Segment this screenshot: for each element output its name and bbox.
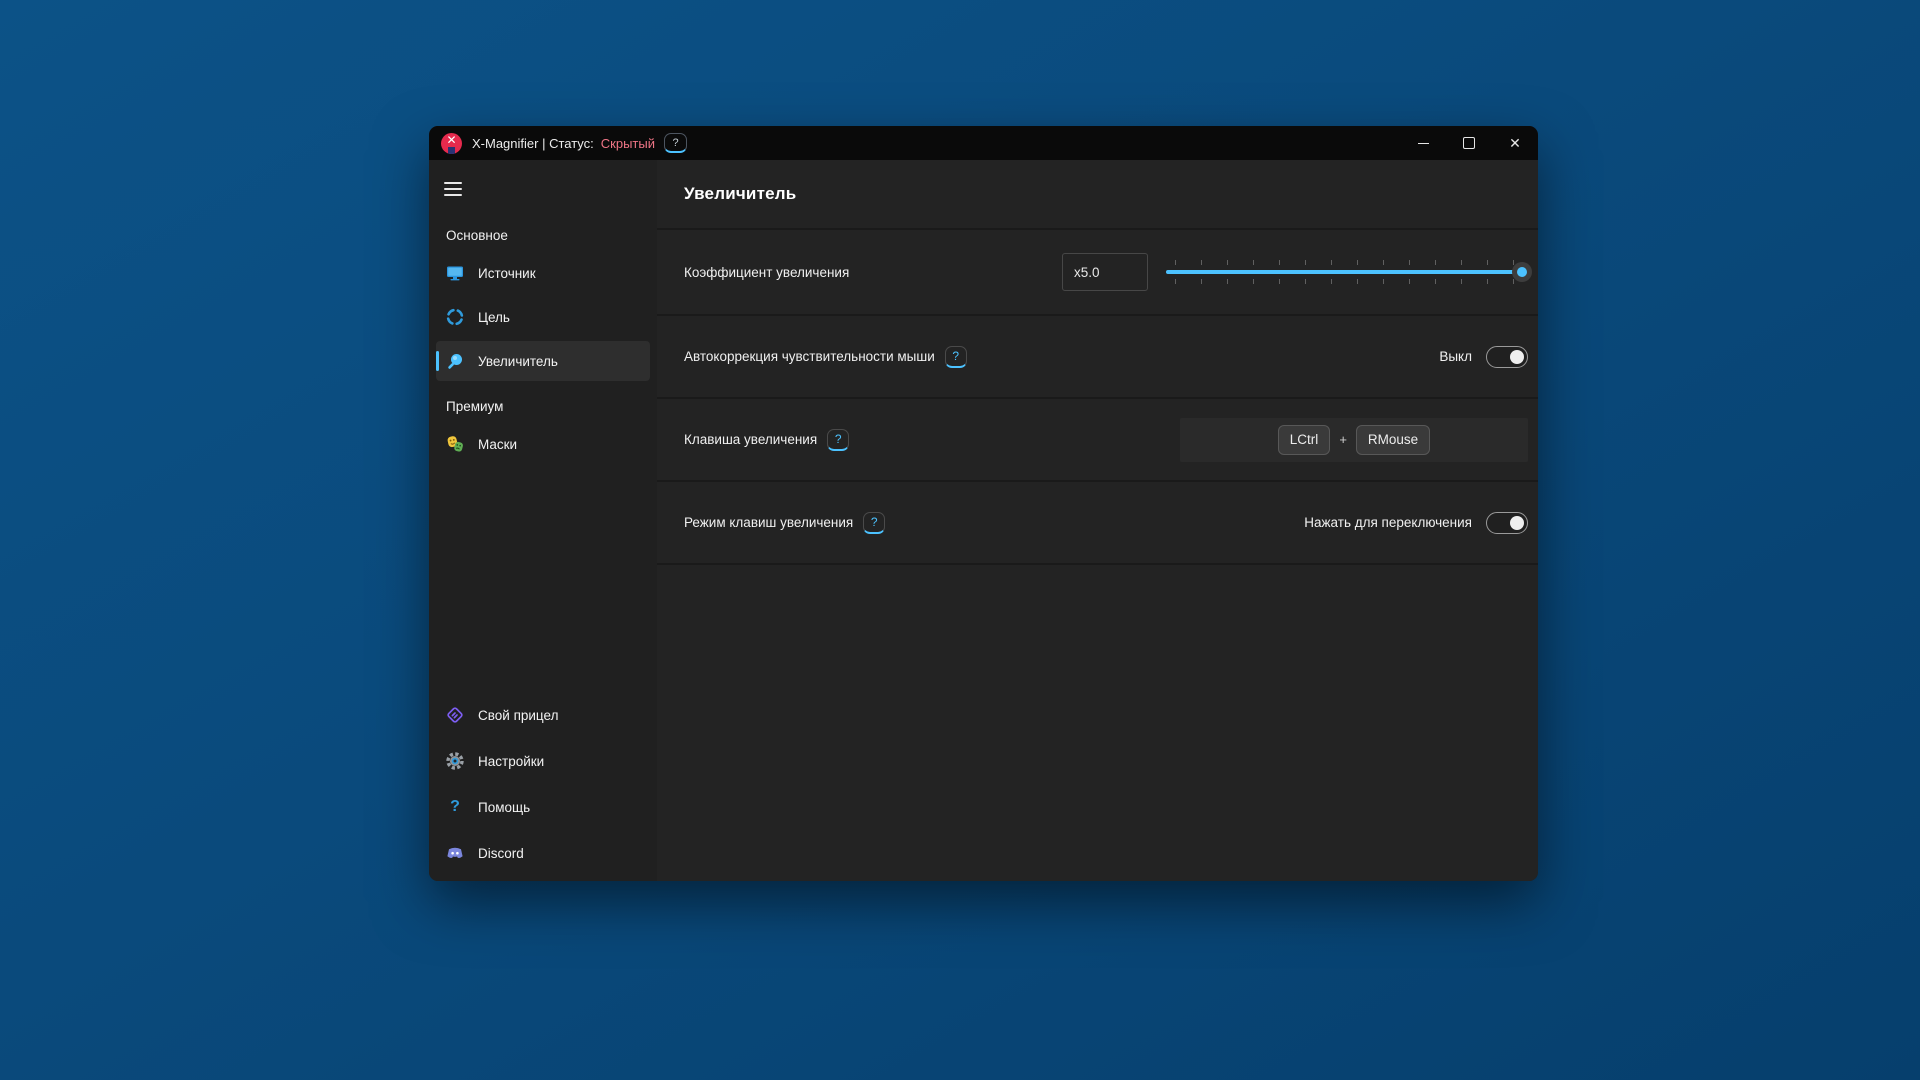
sidebar-item-label: Свой прицел [478,708,558,723]
toggle-knob [1510,516,1524,530]
sidebar-item-settings[interactable]: Настройки [436,739,650,783]
keybind-capture-field[interactable]: LCtrl + RMouse [1180,418,1528,462]
hamburger-icon [444,182,462,184]
sidebar-item-label: Маски [478,437,517,452]
status-badge: Скрытый [601,136,655,151]
close-button[interactable]: ✕ [1492,126,1538,160]
sidebar-item-target[interactable]: Цель [436,297,650,337]
sidebar-section-premium: Премиум [446,399,657,414]
page-title: Увеличитель [684,184,796,204]
autocorrect-label: Автокоррекция чувствительности мыши [684,349,935,364]
app-window: ✕ X-Magnifier | Статус: Скрытый ? ✕ Осно… [429,126,1538,881]
slider-track[interactable] [1166,270,1522,274]
custom-crosshair-icon [445,705,465,725]
key-mode-state-label: Нажать для переключения [1304,515,1472,530]
row-zoom-factor: Коэффициент увеличения x5.0 [657,228,1538,314]
page-header: Увеличитель [657,160,1538,228]
sidebar-item-discord[interactable]: Discord [436,831,650,875]
key-mode-toggle[interactable] [1486,512,1528,534]
window-controls: ✕ [1400,126,1538,160]
monitor-icon [445,263,465,283]
app-logo-icon: ✕ [441,133,462,154]
sidebar-item-custom-crosshair[interactable]: Свой прицел [436,693,650,737]
key-mode-label: Режим клавиш увеличения [684,515,853,530]
sidebar-item-label: Настройки [478,754,544,769]
key-mode-help-icon[interactable]: ? [863,512,885,534]
gear-icon [445,751,465,771]
sidebar-item-label: Discord [478,846,524,861]
zoom-factor-label: Коэффициент увеличения [684,265,849,280]
window-title: X-Magnifier | Статус: [472,136,594,151]
sidebar: Основное Источник [429,160,657,881]
sidebar-item-label: Источник [478,266,536,281]
status-help-icon[interactable]: ? [664,133,687,153]
zoom-key-help-icon[interactable]: ? [827,429,849,451]
close-icon: ✕ [1509,136,1521,150]
row-key-mode: Режим клавиш увеличения ? Нажать для пер… [657,480,1538,563]
toggle-knob [1510,350,1524,364]
autocorrect-toggle[interactable] [1486,346,1528,368]
sidebar-bottom-group: Свой прицел Настройки ? По [429,691,657,877]
sidebar-item-help[interactable]: ? Помощь [436,785,650,829]
slider-ticks-bottom [1175,279,1514,284]
key-separator: + [1339,432,1347,447]
sidebar-section-main: Основное [446,228,657,243]
selected-accent-bar [436,351,439,371]
minimize-icon [1418,143,1429,144]
maximize-icon [1463,137,1475,149]
sidebar-item-label: Цель [478,310,510,325]
slider-thumb[interactable] [1512,262,1532,282]
minimize-button[interactable] [1400,126,1446,160]
sidebar-item-magnifier[interactable]: Увеличитель [436,341,650,381]
main-content: Увеличитель Коэффициент увеличения x5.0 … [657,160,1538,881]
slider-ticks-top [1175,260,1514,265]
menu-toggle-button[interactable] [444,182,462,196]
key-chip-lctrl: LCtrl [1278,425,1331,455]
question-mark-icon: ? [445,797,465,817]
autocorrect-help-icon[interactable]: ? [945,346,967,368]
zoom-factor-input[interactable]: x5.0 [1062,253,1148,291]
masks-icon [445,434,465,454]
sidebar-item-label: Помощь [478,800,530,815]
maximize-button[interactable] [1446,126,1492,160]
content-empty-area [657,563,1538,881]
sidebar-item-masks[interactable]: Маски [436,424,650,464]
zoom-factor-slider[interactable] [1166,252,1528,292]
target-icon [445,307,465,327]
discord-icon [445,843,465,863]
row-autocorrect: Автокоррекция чувствительности мыши ? Вы… [657,314,1538,397]
zoom-key-label: Клавиша увеличения [684,432,817,447]
magnifier-icon [445,351,465,371]
sidebar-item-source[interactable]: Источник [436,253,650,293]
key-chip-rmouse: RMouse [1356,425,1430,455]
autocorrect-state-label: Выкл [1439,349,1472,364]
row-zoom-key: Клавиша увеличения ? LCtrl + RMouse [657,397,1538,480]
title-bar: ✕ X-Magnifier | Статус: Скрытый ? ✕ [429,126,1538,160]
sidebar-item-label: Увеличитель [478,354,558,369]
